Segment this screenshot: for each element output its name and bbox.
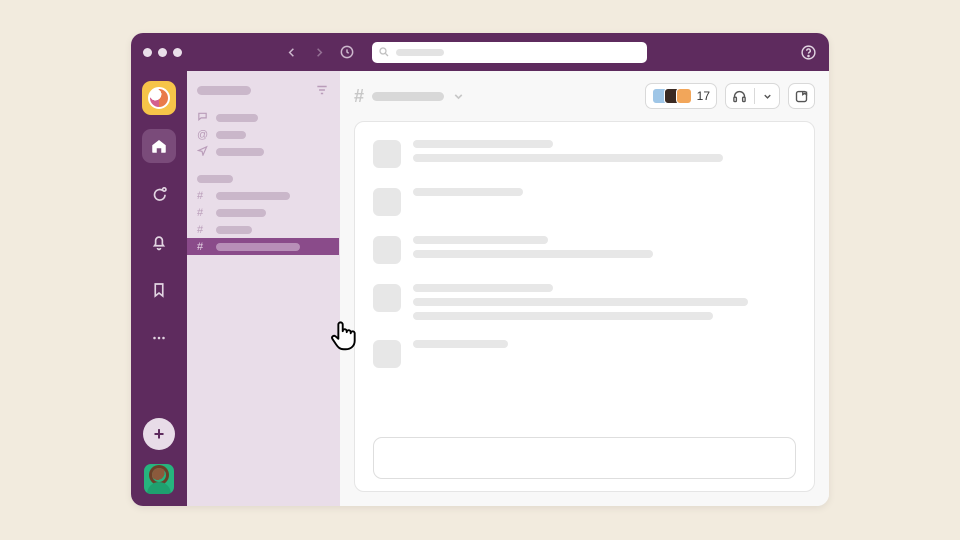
channel-sidebar: @ # # # bbox=[187, 71, 340, 506]
channel-label bbox=[216, 192, 290, 200]
message-avatar[interactable] bbox=[373, 236, 401, 264]
titlebar bbox=[131, 33, 829, 71]
window-controls[interactable] bbox=[143, 48, 182, 57]
dm-icon bbox=[150, 185, 168, 203]
headphones-icon bbox=[732, 89, 747, 104]
sidebar-item-drafts[interactable] bbox=[187, 143, 339, 160]
user-avatar[interactable] bbox=[144, 464, 174, 494]
sidebar-section-header[interactable] bbox=[187, 170, 339, 187]
sidebar-channel[interactable]: # bbox=[187, 187, 339, 204]
plus-icon: + bbox=[154, 424, 165, 445]
sidebar-item-mentions[interactable]: @ bbox=[187, 126, 339, 143]
traffic-max[interactable] bbox=[173, 48, 182, 57]
search-input[interactable] bbox=[372, 42, 647, 63]
clock-icon bbox=[339, 44, 355, 60]
message-line bbox=[413, 236, 548, 244]
sidebar-channel[interactable]: # bbox=[187, 221, 339, 238]
member-count: 17 bbox=[697, 89, 710, 103]
workspace-name bbox=[197, 86, 251, 95]
message-avatar[interactable] bbox=[373, 140, 401, 168]
channel-main: # 17 bbox=[340, 71, 829, 506]
message-line bbox=[413, 284, 553, 292]
forward-button[interactable] bbox=[310, 43, 328, 61]
app-window: + @ bbox=[131, 33, 829, 506]
member-avatars bbox=[652, 88, 692, 104]
history-button[interactable] bbox=[338, 43, 356, 61]
channel-hash-icon: # bbox=[354, 86, 364, 107]
message-list[interactable] bbox=[354, 121, 815, 492]
sidebar-channel-active[interactable]: # bbox=[187, 238, 339, 255]
sidebar-item-label bbox=[216, 148, 264, 156]
filter-icon[interactable] bbox=[315, 83, 329, 97]
message-avatar[interactable] bbox=[373, 340, 401, 368]
rail-activity[interactable] bbox=[142, 225, 176, 259]
channel-label bbox=[216, 243, 300, 251]
channel-label bbox=[216, 226, 252, 234]
channel-header: # 17 bbox=[354, 81, 815, 111]
hash-icon: # bbox=[197, 241, 209, 253]
hash-icon: # bbox=[197, 207, 209, 219]
create-new-button[interactable]: + bbox=[143, 418, 175, 450]
member-face bbox=[676, 88, 692, 104]
more-icon bbox=[150, 329, 168, 347]
rail-dms[interactable] bbox=[142, 177, 176, 211]
hash-icon: # bbox=[197, 224, 209, 236]
bookmark-icon bbox=[150, 281, 168, 299]
arrow-right-icon bbox=[312, 45, 327, 60]
sidebar-channel[interactable]: # bbox=[187, 204, 339, 221]
help-circle-icon bbox=[800, 44, 817, 61]
rail-home[interactable] bbox=[142, 129, 176, 163]
message bbox=[373, 188, 796, 216]
message-icon bbox=[197, 111, 209, 125]
message-body bbox=[413, 140, 796, 168]
bell-icon bbox=[150, 233, 168, 251]
message bbox=[373, 236, 796, 264]
help-button[interactable] bbox=[799, 43, 817, 61]
channel-label bbox=[216, 209, 266, 217]
traffic-min[interactable] bbox=[158, 48, 167, 57]
divider bbox=[754, 88, 755, 104]
message-avatar[interactable] bbox=[373, 284, 401, 312]
section-label bbox=[197, 175, 233, 183]
chevron-down-icon[interactable] bbox=[762, 91, 773, 102]
workspace-rail: + bbox=[131, 71, 187, 506]
message-line bbox=[413, 298, 748, 306]
app-body: + @ bbox=[131, 71, 829, 506]
message-line bbox=[413, 188, 523, 196]
message-line bbox=[413, 312, 713, 320]
message-line bbox=[413, 340, 508, 348]
back-button[interactable] bbox=[282, 43, 300, 61]
traffic-close[interactable] bbox=[143, 48, 152, 57]
rail-more[interactable] bbox=[142, 321, 176, 355]
sidebar-item-label bbox=[216, 114, 258, 122]
sent-icon bbox=[197, 145, 209, 159]
rail-later[interactable] bbox=[142, 273, 176, 307]
channel-name[interactable] bbox=[372, 92, 444, 101]
mention-icon: @ bbox=[197, 129, 209, 141]
message bbox=[373, 284, 796, 320]
workspace-switcher[interactable] bbox=[142, 81, 176, 115]
note-icon bbox=[794, 89, 809, 104]
message bbox=[373, 340, 796, 368]
message-line bbox=[413, 140, 553, 148]
canvas-button[interactable] bbox=[788, 83, 815, 109]
sidebar-item-label bbox=[216, 131, 246, 139]
home-icon bbox=[150, 137, 168, 155]
message-line bbox=[413, 154, 723, 162]
message bbox=[373, 140, 796, 168]
workspace-logo-icon bbox=[148, 87, 170, 109]
hash-icon: # bbox=[197, 190, 209, 202]
message-composer[interactable] bbox=[373, 437, 796, 479]
huddle-button[interactable] bbox=[725, 83, 780, 109]
sidebar-header[interactable] bbox=[187, 77, 339, 103]
arrow-left-icon bbox=[284, 45, 299, 60]
message-line bbox=[413, 250, 653, 258]
message-avatar[interactable] bbox=[373, 188, 401, 216]
search-icon bbox=[378, 46, 390, 58]
chevron-down-icon[interactable] bbox=[452, 90, 465, 103]
sidebar-item-threads[interactable] bbox=[187, 109, 339, 126]
search-placeholder bbox=[396, 49, 444, 56]
members-pill[interactable]: 17 bbox=[645, 83, 717, 109]
